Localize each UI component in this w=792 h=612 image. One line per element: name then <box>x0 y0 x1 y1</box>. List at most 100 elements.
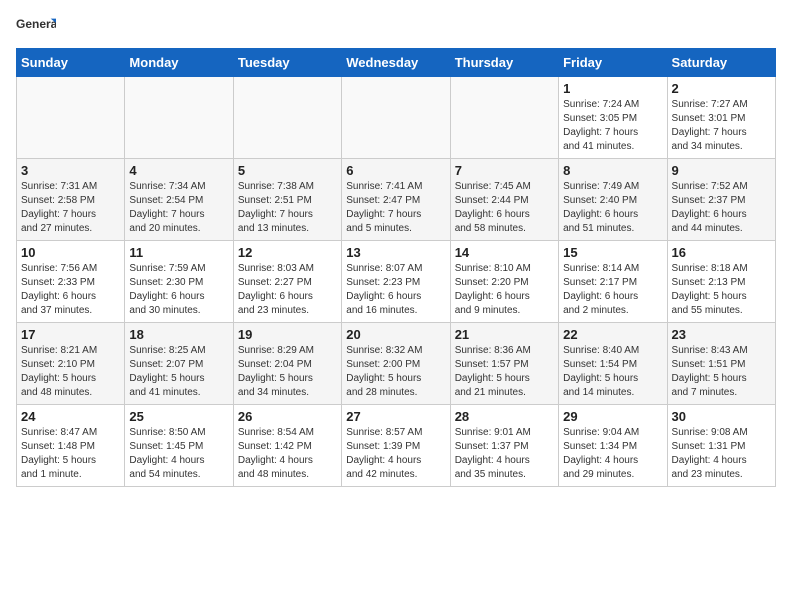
calendar-cell: 18 Sunrise: 8:25 AM Sunset: 2:07 PM Dayli… <box>125 323 233 405</box>
weekday-tuesday: Tuesday <box>233 49 341 77</box>
day-number: 5 <box>238 163 337 178</box>
day-info: Sunrise: 7:34 AM Sunset: 2:54 PM Dayligh… <box>129 180 228 236</box>
day-number: 12 <box>238 245 337 260</box>
day-info: Sunrise: 8:21 AM Sunset: 2:10 PM Dayligh… <box>21 344 120 400</box>
day-info: Sunrise: 7:31 AM Sunset: 2:58 PM Dayligh… <box>21 180 120 236</box>
calendar-cell: 22 Sunrise: 8:40 AM Sunset: 1:54 PM Dayli… <box>559 323 667 405</box>
day-number: 30 <box>672 409 771 424</box>
day-number: 18 <box>129 327 228 342</box>
day-info: Sunrise: 8:14 AM Sunset: 2:17 PM Dayligh… <box>563 262 662 318</box>
day-number: 14 <box>455 245 554 260</box>
svg-text:General: General <box>16 17 56 31</box>
day-info: Sunrise: 7:52 AM Sunset: 2:37 PM Dayligh… <box>672 180 771 236</box>
calendar-cell: 7Sunrise: 7:45 AM Sunset: 2:44 PM Daylig… <box>450 159 558 241</box>
day-info: Sunrise: 8:40 AM Sunset: 1:54 PM Dayligh… <box>563 344 662 400</box>
day-info: Sunrise: 9:01 AM Sunset: 1:37 PM Dayligh… <box>455 426 554 482</box>
day-number: 29 <box>563 409 662 424</box>
day-info: Sunrise: 8:54 AM Sunset: 1:42 PM Dayligh… <box>238 426 337 482</box>
calendar-cell: 26 Sunrise: 8:54 AM Sunset: 1:42 PM Dayli… <box>233 405 341 487</box>
calendar-cell: 9 Sunrise: 7:52 AM Sunset: 2:37 PM Daylig… <box>667 159 775 241</box>
day-number: 7 <box>455 163 554 178</box>
calendar-cell: 17 Sunrise: 8:21 AM Sunset: 2:10 PM Dayli… <box>17 323 125 405</box>
calendar-cell: 25 Sunrise: 8:50 AM Sunset: 1:45 PM Dayli… <box>125 405 233 487</box>
logo: General <box>16 16 56 38</box>
day-number: 6 <box>346 163 445 178</box>
calendar-cell: 4 Sunrise: 7:34 AM Sunset: 2:54 PM Daylig… <box>125 159 233 241</box>
day-info: Sunrise: 7:41 AM Sunset: 2:47 PM Dayligh… <box>346 180 445 236</box>
day-info: Sunrise: 8:57 AM Sunset: 1:39 PM Dayligh… <box>346 426 445 482</box>
calendar-week-4: 17 Sunrise: 8:21 AM Sunset: 2:10 PM Dayli… <box>17 323 776 405</box>
day-number: 25 <box>129 409 228 424</box>
weekday-thursday: Thursday <box>450 49 558 77</box>
day-number: 16 <box>672 245 771 260</box>
calendar-cell: 23Sunrise: 8:43 AM Sunset: 1:51 PM Dayli… <box>667 323 775 405</box>
day-number: 20 <box>346 327 445 342</box>
day-number: 10 <box>21 245 120 260</box>
calendar-cell: 29 Sunrise: 9:04 AM Sunset: 1:34 PM Dayli… <box>559 405 667 487</box>
calendar-cell: 12 Sunrise: 8:03 AM Sunset: 2:27 PM Dayli… <box>233 241 341 323</box>
calendar-cell <box>342 77 450 159</box>
calendar-cell <box>450 77 558 159</box>
day-number: 26 <box>238 409 337 424</box>
day-number: 17 <box>21 327 120 342</box>
day-number: 11 <box>129 245 228 260</box>
calendar-cell: 1Sunrise: 7:24 AM Sunset: 3:05 PM Daylig… <box>559 77 667 159</box>
weekday-monday: Monday <box>125 49 233 77</box>
calendar-cell: 8 Sunrise: 7:49 AM Sunset: 2:40 PM Daylig… <box>559 159 667 241</box>
calendar-cell: 27Sunrise: 8:57 AM Sunset: 1:39 PM Dayli… <box>342 405 450 487</box>
day-info: Sunrise: 7:27 AM Sunset: 3:01 PM Dayligh… <box>672 98 771 154</box>
day-info: Sunrise: 7:38 AM Sunset: 2:51 PM Dayligh… <box>238 180 337 236</box>
calendar-cell: 14 Sunrise: 8:10 AM Sunset: 2:20 PM Dayli… <box>450 241 558 323</box>
calendar-cell: 10 Sunrise: 7:56 AM Sunset: 2:33 PM Dayli… <box>17 241 125 323</box>
day-number: 9 <box>672 163 771 178</box>
calendar-table: SundayMondayTuesdayWednesdayThursdayFrid… <box>16 48 776 487</box>
calendar-week-5: 24Sunrise: 8:47 AM Sunset: 1:48 PM Dayli… <box>17 405 776 487</box>
calendar-cell: 13 Sunrise: 8:07 AM Sunset: 2:23 PM Dayli… <box>342 241 450 323</box>
day-number: 8 <box>563 163 662 178</box>
day-info: Sunrise: 8:07 AM Sunset: 2:23 PM Dayligh… <box>346 262 445 318</box>
day-info: Sunrise: 8:25 AM Sunset: 2:07 PM Dayligh… <box>129 344 228 400</box>
day-number: 28 <box>455 409 554 424</box>
calendar-cell: 5 Sunrise: 7:38 AM Sunset: 2:51 PM Daylig… <box>233 159 341 241</box>
day-number: 19 <box>238 327 337 342</box>
header: General <box>16 16 776 38</box>
day-number: 4 <box>129 163 228 178</box>
calendar-cell: 6 Sunrise: 7:41 AM Sunset: 2:47 PM Daylig… <box>342 159 450 241</box>
day-info: Sunrise: 7:56 AM Sunset: 2:33 PM Dayligh… <box>21 262 120 318</box>
day-number: 13 <box>346 245 445 260</box>
day-number: 1 <box>563 81 662 96</box>
day-info: Sunrise: 8:32 AM Sunset: 2:00 PM Dayligh… <box>346 344 445 400</box>
calendar-cell: 20 Sunrise: 8:32 AM Sunset: 2:00 PM Dayli… <box>342 323 450 405</box>
calendar-cell <box>233 77 341 159</box>
calendar-body: 1Sunrise: 7:24 AM Sunset: 3:05 PM Daylig… <box>17 77 776 487</box>
day-number: 21 <box>455 327 554 342</box>
calendar-week-2: 3 Sunrise: 7:31 AM Sunset: 2:58 PM Daylig… <box>17 159 776 241</box>
calendar-cell: 3 Sunrise: 7:31 AM Sunset: 2:58 PM Daylig… <box>17 159 125 241</box>
day-number: 22 <box>563 327 662 342</box>
day-info: Sunrise: 8:50 AM Sunset: 1:45 PM Dayligh… <box>129 426 228 482</box>
weekday-saturday: Saturday <box>667 49 775 77</box>
weekday-header-row: SundayMondayTuesdayWednesdayThursdayFrid… <box>17 49 776 77</box>
calendar-week-1: 1Sunrise: 7:24 AM Sunset: 3:05 PM Daylig… <box>17 77 776 159</box>
day-info: Sunrise: 8:29 AM Sunset: 2:04 PM Dayligh… <box>238 344 337 400</box>
day-info: Sunrise: 9:04 AM Sunset: 1:34 PM Dayligh… <box>563 426 662 482</box>
day-number: 3 <box>21 163 120 178</box>
day-number: 2 <box>672 81 771 96</box>
day-info: Sunrise: 8:47 AM Sunset: 1:48 PM Dayligh… <box>21 426 120 482</box>
day-info: Sunrise: 8:03 AM Sunset: 2:27 PM Dayligh… <box>238 262 337 318</box>
day-number: 15 <box>563 245 662 260</box>
calendar-cell: 19 Sunrise: 8:29 AM Sunset: 2:04 PM Dayli… <box>233 323 341 405</box>
day-info: Sunrise: 7:49 AM Sunset: 2:40 PM Dayligh… <box>563 180 662 236</box>
calendar-cell: 16Sunrise: 8:18 AM Sunset: 2:13 PM Dayli… <box>667 241 775 323</box>
calendar-cell: 21Sunrise: 8:36 AM Sunset: 1:57 PM Dayli… <box>450 323 558 405</box>
weekday-friday: Friday <box>559 49 667 77</box>
day-info: Sunrise: 8:10 AM Sunset: 2:20 PM Dayligh… <box>455 262 554 318</box>
calendar-cell: 11 Sunrise: 7:59 AM Sunset: 2:30 PM Dayli… <box>125 241 233 323</box>
weekday-wednesday: Wednesday <box>342 49 450 77</box>
logo-icon: General <box>16 16 56 36</box>
day-info: Sunrise: 9:08 AM Sunset: 1:31 PM Dayligh… <box>672 426 771 482</box>
day-number: 23 <box>672 327 771 342</box>
day-info: Sunrise: 7:59 AM Sunset: 2:30 PM Dayligh… <box>129 262 228 318</box>
calendar-cell: 28 Sunrise: 9:01 AM Sunset: 1:37 PM Dayli… <box>450 405 558 487</box>
calendar-cell: 30 Sunrise: 9:08 AM Sunset: 1:31 PM Dayli… <box>667 405 775 487</box>
